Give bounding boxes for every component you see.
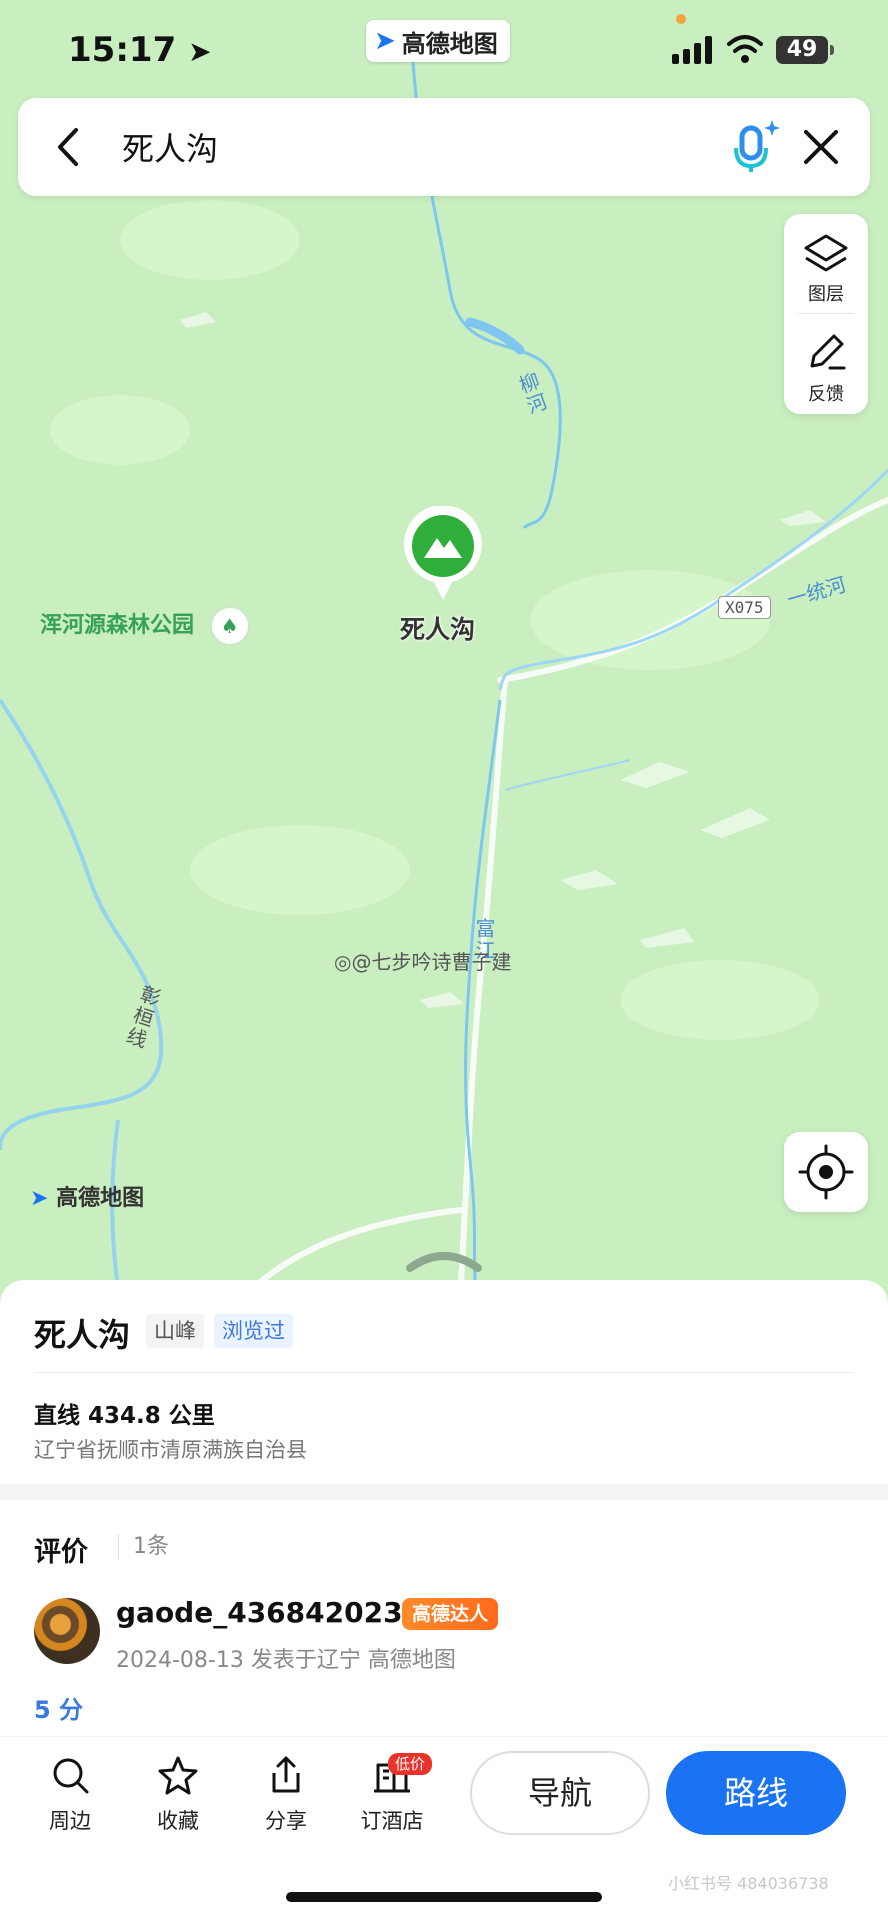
share-button[interactable]: 分享 [246,1755,326,1835]
low-price-badge: 低价 [388,1753,433,1775]
layers-label: 图层 [808,284,844,305]
reviewer-name[interactable]: gaode_436842023 [116,1596,403,1629]
search-icon [53,1758,89,1794]
tree-icon: ♠ [209,606,250,646]
address-text[interactable]: 辽宁省抚顺市清原满族自治县 [34,1434,307,1464]
signal-icon [672,36,712,64]
layers-icon [804,234,848,272]
locate-button[interactable] [784,1132,868,1212]
clock: 15:17 ➤ [68,30,212,70]
weibo-icon: ◎ [334,950,352,974]
home-indicator[interactable] [286,1892,602,1902]
search-input[interactable]: 死人沟 [122,124,218,170]
section-gap [0,1484,888,1500]
route-button[interactable]: 路线 [666,1751,846,1835]
navigate-button[interactable]: 导航 [470,1751,650,1835]
nearby-label: 周边 [49,1809,91,1833]
hotel-label: 订酒店 [360,1809,424,1833]
amap-logo-icon: ➤ [374,26,396,56]
watermark-text: ◎@七步吟诗曹子建 [334,950,512,974]
reviews-count[interactable]: 1条 [118,1534,169,1560]
divider [34,1372,854,1373]
park-label[interactable]: 浑河源森林公园 ♠ [40,606,250,646]
status-bar: 15:17 ➤ ➤ 高德地图 49 [0,0,888,96]
place-type-tag: 山峰 [146,1314,204,1348]
crosshair-icon [798,1144,854,1200]
location-arrow-icon: ➤ [188,35,212,68]
sheet-expand-handle[interactable] [404,1240,484,1280]
wifi-icon [727,35,763,63]
feedback-button[interactable]: 反馈 [784,314,868,414]
review-meta: 2024-08-13 发表于辽宁 高德地图 [116,1648,456,1673]
chevron-left-icon[interactable] [48,126,88,168]
map-tools-panel: 图层 反馈 [784,214,868,414]
mountain-pin-icon [404,505,482,600]
brand-chip[interactable]: ➤ 高德地图 [366,20,510,62]
search-bar[interactable]: 死人沟 [18,98,870,196]
favorite-button[interactable]: 收藏 [138,1755,218,1835]
feedback-label: 反馈 [808,384,844,405]
poi-marker[interactable] [402,505,484,602]
privacy-indicator [676,14,686,24]
road-badge-x075: X075 [718,596,771,619]
pencil-icon [810,334,846,370]
battery-indicator: 49 [776,36,834,64]
layers-button[interactable]: 图层 [784,214,868,314]
viewed-tag: 浏览过 [214,1314,293,1348]
share-icon [272,1756,300,1793]
distance-text: 直线 434.8 公里 [34,1403,215,1429]
share-label: 分享 [265,1809,307,1833]
microphone-icon[interactable] [724,114,788,178]
map-logo: ➤ 高德地图 [30,1186,145,1211]
footer-watermark: 小红书号 484036738 [668,1874,829,1893]
close-icon[interactable] [800,126,842,168]
favorite-label: 收藏 [157,1809,199,1833]
reviews-heading[interactable]: 评价 [34,1530,88,1569]
place-name: 死人沟 [34,1316,131,1354]
avatar[interactable] [34,1598,100,1664]
nearby-button[interactable]: 周边 [30,1755,110,1835]
review-score: 5 分 [34,1696,84,1724]
amap-logo-icon: ➤ [30,1186,49,1211]
expert-badge: 高德达人 [402,1598,499,1630]
poi-label[interactable]: 死人沟 [400,610,475,646]
star-icon [158,1756,198,1795]
